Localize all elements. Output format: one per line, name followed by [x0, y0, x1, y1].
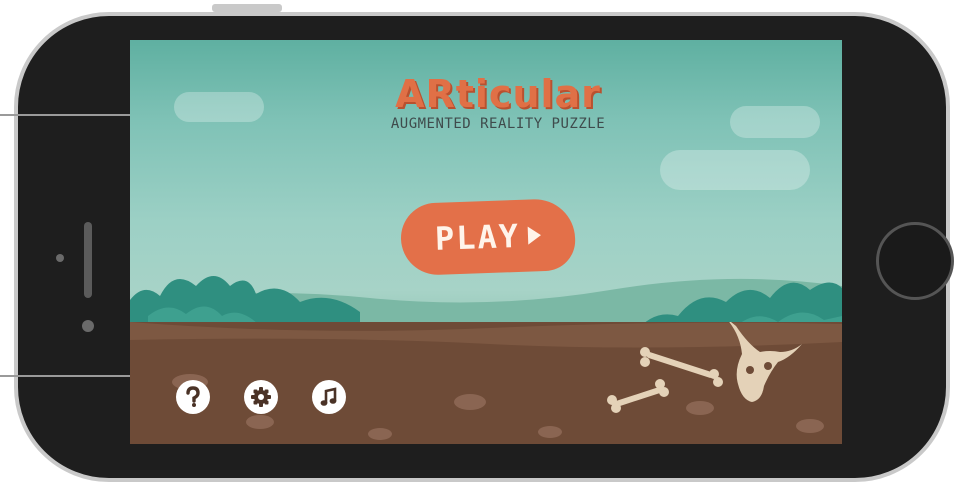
speaker-slit	[84, 222, 92, 298]
ground-texture	[130, 322, 842, 440]
power-button	[212, 4, 282, 12]
gear-icon	[251, 387, 271, 407]
play-button[interactable]: PLAY	[399, 197, 577, 277]
bone	[607, 379, 669, 413]
bone	[640, 347, 723, 387]
music-note-icon	[320, 387, 337, 406]
game-screen: ARticular AUGMENTED REALITY PUZZLE PLAY	[130, 40, 842, 444]
sensor-dot	[82, 320, 94, 332]
game-logo: ARticular AUGMENTED REALITY PUZZLE	[378, 74, 618, 132]
game-subtitle: AUGMENTED REALITY PUZZLE	[390, 116, 606, 132]
music-button[interactable]	[312, 380, 346, 414]
settings-button[interactable]	[244, 380, 278, 414]
question-icon	[186, 386, 200, 407]
home-button[interactable]	[876, 222, 954, 300]
ground	[130, 322, 842, 444]
game-title: ARticular	[395, 72, 601, 116]
front-camera	[56, 254, 64, 262]
callout-line-top	[0, 114, 130, 116]
play-label: PLAY	[434, 216, 521, 258]
play-triangle-icon	[527, 226, 542, 245]
help-button[interactable]	[176, 380, 210, 414]
callout-line-bottom	[0, 375, 150, 377]
